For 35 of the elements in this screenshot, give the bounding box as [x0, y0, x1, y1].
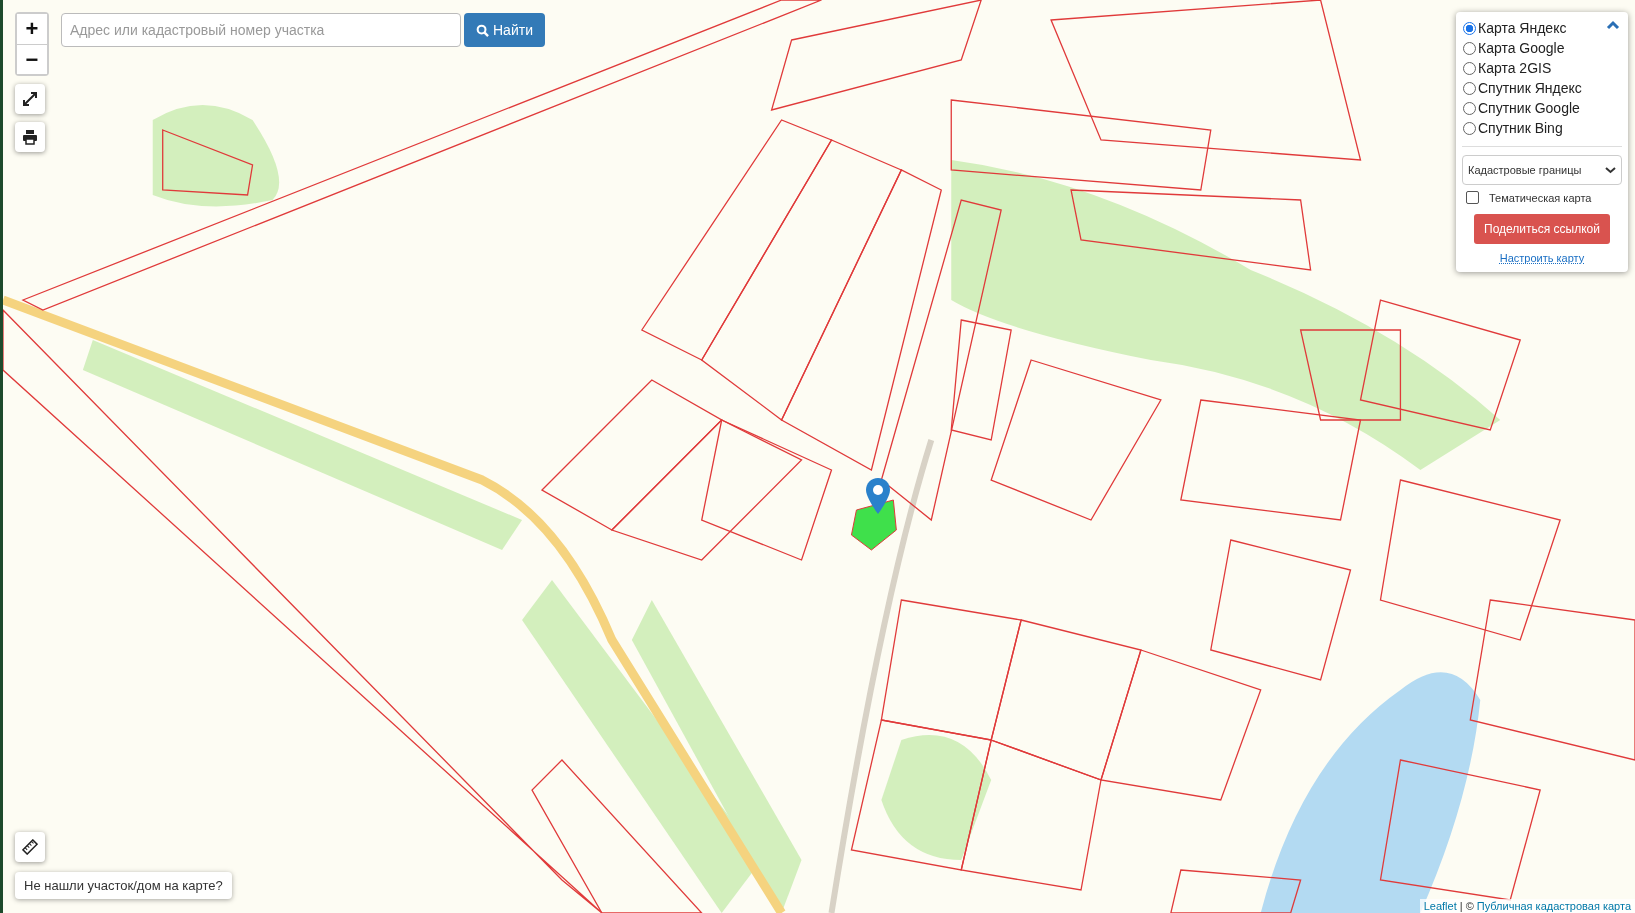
ruler-button[interactable] [15, 832, 45, 862]
map-layer-label[interactable]: Карта 2GIS [1478, 60, 1552, 76]
not-found-button[interactable]: Не нашли участок/дом на карте? [15, 872, 232, 899]
print-button[interactable] [15, 122, 45, 152]
radio-button[interactable] [1463, 41, 1476, 55]
collapse-button[interactable] [1606, 20, 1620, 30]
checkbox-label[interactable]: Тематическая карта [1489, 191, 1592, 204]
radio-button[interactable] [1463, 81, 1476, 95]
search-button[interactable]: Найти [464, 13, 545, 47]
printer-icon [22, 129, 38, 145]
share-link-button[interactable]: Поделиться ссылкой [1474, 214, 1610, 244]
attribution-separator: | © [1459, 900, 1474, 912]
map-layer-label[interactable]: Спутник Google [1478, 100, 1580, 116]
zoom-out-button[interactable]: − [17, 44, 47, 74]
map-layer-label[interactable]: Карта Яндекс [1478, 20, 1567, 36]
configure-map-link[interactable]: Настроить карту [1499, 252, 1585, 264]
map-layer-label[interactable]: Карта Google [1478, 40, 1565, 56]
radio-button[interactable] [1463, 121, 1476, 135]
expand-icon [22, 91, 38, 107]
fullscreen-button[interactable] [15, 84, 45, 114]
search-field[interactable]: Адрес или кадастровый номер участка [61, 13, 461, 47]
chevron-down-icon [1605, 166, 1616, 174]
checkbox[interactable] [1466, 191, 1479, 204]
cadastral-map-link[interactable]: Публичная кадастровая карта [1476, 900, 1631, 912]
search-icon [476, 23, 489, 37]
map-marker-icon[interactable] [866, 478, 890, 514]
overlay-select[interactable]: Кадастровые границы [1462, 155, 1622, 185]
radio-button[interactable] [1463, 101, 1476, 115]
caret-icon [1606, 20, 1620, 30]
radio-button[interactable] [1463, 21, 1476, 35]
ruler-icon [22, 839, 38, 855]
radio-button[interactable] [1463, 61, 1476, 75]
leaflet-link[interactable]: Leaflet [1423, 900, 1457, 912]
map-layer-label[interactable]: Спутник Яндекс [1478, 80, 1582, 96]
map-layer-label[interactable]: Спутник Bing [1478, 120, 1563, 136]
